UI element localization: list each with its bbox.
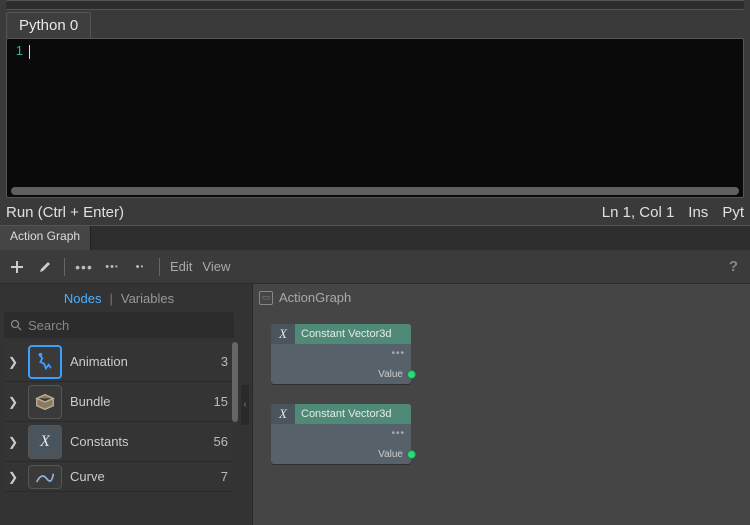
pencil-icon[interactable] [36, 258, 54, 276]
category-label: Animation [70, 354, 213, 369]
chevron-right-icon: ❯ [8, 395, 20, 409]
run-button[interactable]: Run (Ctrl + Enter) [6, 204, 124, 221]
menu-edit[interactable]: Edit [170, 259, 192, 274]
chevron-right-icon: ❯ [8, 355, 20, 369]
category-label: Curve [70, 469, 213, 484]
action-graph-toolbar: ••• ••• •• Edit View ? [0, 250, 750, 284]
line-number: 1 [7, 43, 23, 58]
top-panel-strip [6, 0, 744, 10]
node-type-badge: X [271, 404, 295, 424]
node-menu-icon[interactable]: ••• [391, 348, 405, 359]
graph-icon: ▭ [259, 291, 273, 305]
node-output-label: Value [378, 369, 403, 380]
editor-horizontal-scrollbar[interactable] [11, 187, 739, 195]
category-count: 15 [214, 394, 228, 409]
output-port[interactable] [407, 370, 416, 379]
code-editor[interactable]: 1 [6, 38, 744, 198]
more-icon-3[interactable]: •• [131, 258, 149, 276]
category-count: 7 [221, 469, 228, 484]
category-curve[interactable]: ❯ Curve 7 [4, 462, 234, 492]
cursor-position: Ln 1, Col 1 [602, 204, 675, 221]
search-icon [10, 319, 22, 331]
node-title: Constant Vector3d [295, 404, 411, 424]
node-output-label: Value [378, 449, 403, 460]
node-title: Constant Vector3d [295, 324, 411, 344]
browser-tab-variables[interactable]: Variables [121, 291, 174, 306]
more-icon-1[interactable]: ••• [75, 258, 93, 276]
insert-mode: Ins [688, 204, 708, 221]
menu-view[interactable]: View [202, 259, 230, 274]
browser-tab-nodes[interactable]: Nodes [64, 291, 102, 306]
node-type-badge: X [271, 324, 295, 344]
category-label: Constants [70, 434, 206, 449]
tab-divider: | [109, 291, 112, 306]
category-count: 56 [214, 434, 228, 449]
node-constant-vector3d-1[interactable]: X Constant Vector3d ••• Value [271, 324, 411, 384]
canvas-breadcrumb: ▭ ActionGraph [259, 290, 351, 305]
output-port[interactable] [407, 450, 416, 459]
canvas-title: ActionGraph [279, 290, 351, 305]
browser-tabs: Nodes | Variables [0, 284, 238, 312]
search-placeholder: Search [28, 318, 69, 333]
python-editor-panel: Python 0 1 [6, 12, 744, 198]
graph-canvas[interactable]: ▭ ActionGraph X Constant Vector3d ••• Va… [252, 284, 750, 525]
browser-scrollbar[interactable] [232, 342, 238, 422]
toolbar-separator [64, 258, 65, 276]
tab-action-graph[interactable]: Action Graph [0, 226, 91, 250]
node-category-list: ❯ Animation 3 ❯ Bundle 15 [0, 342, 238, 525]
code-area[interactable] [27, 39, 743, 197]
node-constant-vector3d-2[interactable]: X Constant Vector3d ••• Value [271, 404, 411, 464]
editor-status-bar: Run (Ctrl + Enter) Ln 1, Col 1 Ins Pyt [6, 204, 744, 221]
toolbar-separator [159, 258, 160, 276]
node-menu-icon[interactable]: ••• [391, 428, 405, 439]
constants-icon: X [28, 425, 62, 459]
node-browser: Nodes | Variables Search ❯ [0, 284, 238, 525]
curve-icon [28, 465, 62, 489]
language-indicator: Pyt [722, 204, 744, 221]
more-icon-2[interactable]: ••• [103, 258, 121, 276]
panel-collapse-handle[interactable]: ‹ [238, 284, 252, 525]
category-bundle[interactable]: ❯ Bundle 15 [4, 382, 234, 422]
add-icon[interactable] [8, 258, 26, 276]
category-label: Bundle [70, 394, 206, 409]
category-animation[interactable]: ❯ Animation 3 [4, 342, 234, 382]
text-cursor [29, 45, 30, 59]
chevron-right-icon: ❯ [8, 470, 20, 484]
bundle-icon [28, 385, 62, 419]
animation-icon [28, 345, 62, 379]
category-constants[interactable]: ❯ X Constants 56 [4, 422, 234, 462]
node-search[interactable]: Search [4, 312, 234, 338]
action-graph-panel: Action Graph ••• ••• •• Edit View ? Node… [0, 225, 750, 525]
chevron-right-icon: ❯ [8, 435, 20, 449]
editor-tab-python0[interactable]: Python 0 [6, 12, 91, 38]
line-gutter: 1 [7, 39, 27, 197]
help-icon[interactable]: ? [729, 258, 738, 275]
category-count: 3 [221, 354, 228, 369]
